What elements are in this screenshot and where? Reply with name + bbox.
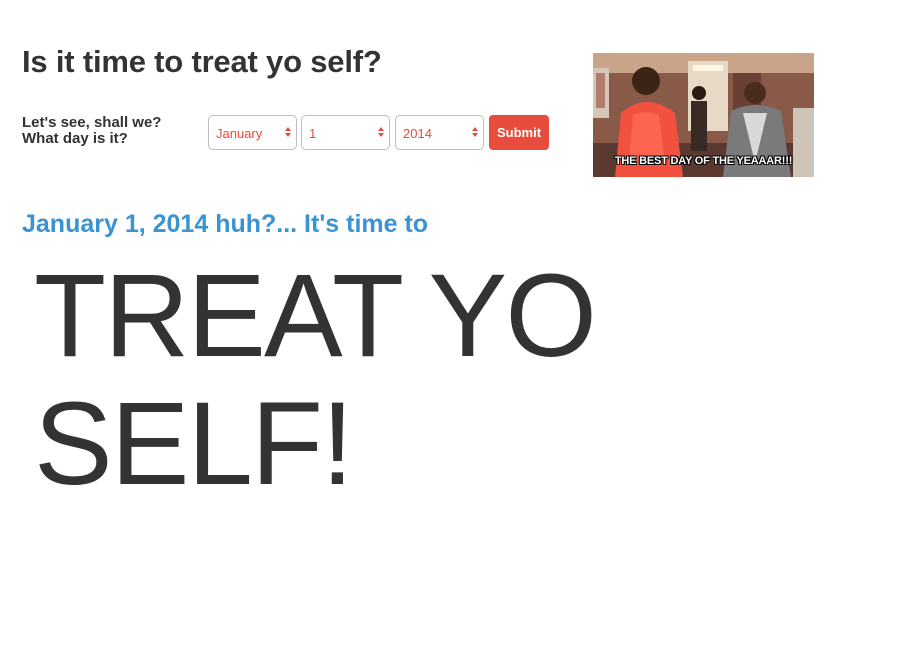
date-prompt: Let's see, shall we? What day is it? bbox=[22, 115, 197, 147]
year-select-value: 2014 bbox=[403, 126, 432, 141]
select-arrows-icon bbox=[472, 127, 478, 137]
year-select[interactable]: 2014 bbox=[395, 115, 484, 150]
day-select[interactable]: 1 bbox=[301, 115, 390, 150]
month-select[interactable]: January bbox=[208, 115, 297, 150]
gif-caption: THE BEST DAY OF THE YEAAAR!!! bbox=[614, 155, 793, 167]
treat-yo-self-gif: THE BEST DAY OF THE YEAAAR!!! bbox=[593, 53, 814, 177]
prompt-line-1: Let's see, shall we? bbox=[22, 114, 162, 131]
month-select-value: January bbox=[216, 126, 263, 141]
submit-button[interactable]: Submit bbox=[489, 115, 549, 150]
treat-yo-self-heading: TREAT YO SELF! bbox=[34, 250, 597, 510]
page-title: Is it time to treat yo self? bbox=[22, 44, 382, 79]
select-arrows-icon bbox=[285, 127, 291, 137]
day-select-value: 1 bbox=[309, 126, 317, 141]
result-text: January 1, 2014 huh?... It's time to bbox=[22, 210, 429, 238]
prompt-line-2: What day is it? bbox=[22, 130, 128, 147]
select-arrows-icon bbox=[378, 127, 384, 137]
